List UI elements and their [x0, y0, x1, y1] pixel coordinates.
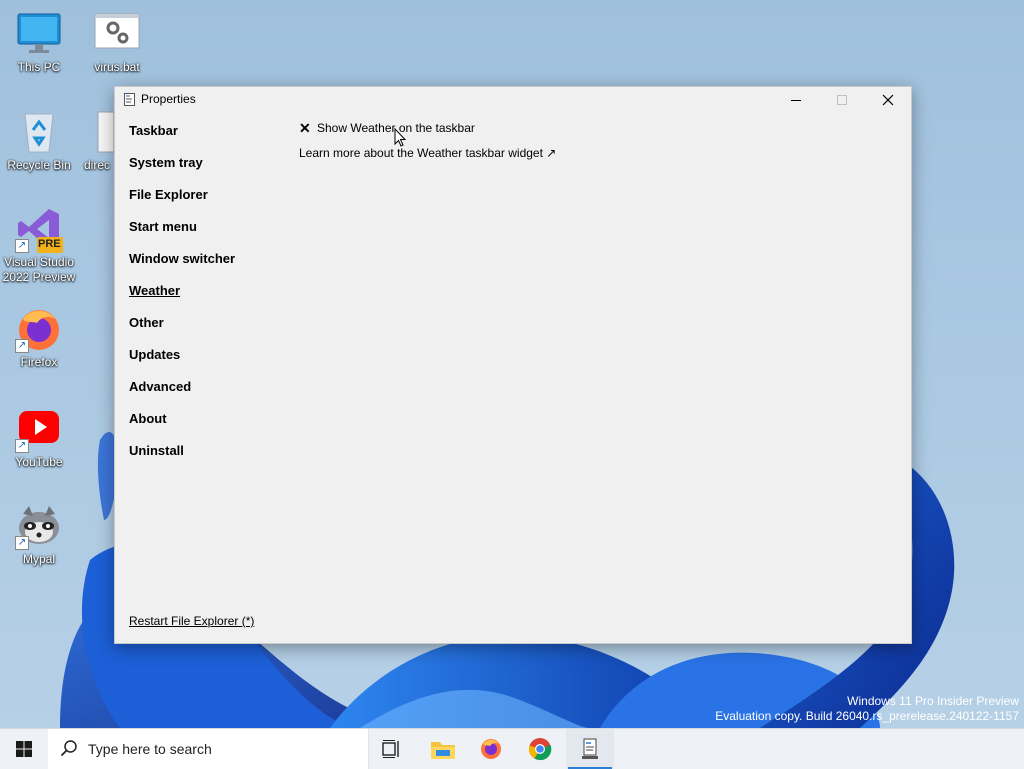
evaluation-watermark: Windows 11 Pro Insider Preview Evaluatio… — [715, 694, 1019, 724]
mouse-cursor-icon — [394, 128, 407, 147]
desktop-icon-label: virus.bat — [94, 60, 140, 74]
restart-explorer-link[interactable]: Restart File Explorer (*) — [129, 614, 254, 628]
maximize-icon — [836, 94, 847, 105]
close-icon — [882, 94, 894, 106]
learn-more-link[interactable]: Learn more about the Weather taskbar wid… — [299, 146, 556, 160]
shortcut-arrow-icon: ↗ — [15, 339, 29, 353]
maximize-button[interactable] — [819, 87, 865, 113]
nav-item-weather[interactable]: Weather — [129, 281, 235, 313]
chrome-icon — [528, 738, 552, 761]
desktop-icon-label: direc — [84, 158, 111, 172]
watermark-line-2: Evaluation copy. Build 26040.rs_prerelea… — [715, 709, 1019, 723]
properties-app-icon — [582, 738, 598, 759]
desktop-icon-mypal[interactable]: ↗ Mypal — [0, 502, 78, 567]
nav-item-advanced[interactable]: Advanced — [129, 377, 235, 409]
nav-item-about[interactable]: About — [129, 409, 235, 441]
watermark-line-1: Windows 11 Pro Insider Preview — [847, 694, 1019, 708]
youtube-icon: ↗ — [15, 405, 63, 453]
task-view-icon — [382, 740, 399, 758]
title-bar[interactable]: Properties — [115, 87, 911, 113]
shortcut-arrow-icon: ↗ — [15, 439, 29, 453]
minimize-icon — [790, 99, 801, 101]
shortcut-arrow-icon: ↗ — [15, 239, 29, 253]
chrome-taskbar-button[interactable] — [516, 729, 564, 769]
desktop-icon-label: Visual Studio 2022 Preview — [2, 255, 76, 284]
firefox-icon — [481, 739, 501, 759]
batch-file-icon — [93, 10, 141, 58]
desktop-icon-visual-studio[interactable]: PRE ↗ Visual Studio 2022 Preview — [0, 205, 78, 285]
sidebar-nav: Taskbar System tray File Explorer Start … — [129, 121, 235, 473]
file-explorer-taskbar-button[interactable] — [419, 729, 467, 769]
firefox-icon: ↗ — [15, 305, 63, 353]
desktop-icon-direc[interactable]: direc — [70, 108, 114, 173]
task-view-button[interactable] — [368, 729, 416, 769]
start-button[interactable] — [0, 729, 48, 769]
app-icon — [124, 93, 135, 106]
close-button[interactable] — [865, 87, 911, 113]
search-placeholder: Type here to search — [88, 741, 212, 757]
monitor-icon — [15, 10, 63, 58]
desktop-icon-this-pc[interactable]: This PC — [0, 10, 78, 75]
nav-item-updates[interactable]: Updates — [129, 345, 235, 377]
nav-item-start-menu[interactable]: Start menu — [129, 217, 235, 249]
desktop-icon-firefox[interactable]: ↗ Firefox — [0, 305, 78, 370]
nav-item-system-tray[interactable]: System tray — [129, 153, 235, 185]
desktop-icon-recycle-bin[interactable]: Recycle Bin — [0, 108, 78, 173]
pre-badge: PRE — [38, 238, 61, 250]
minimize-button[interactable] — [773, 87, 819, 113]
nav-item-window-switcher[interactable]: Window switcher — [129, 249, 235, 281]
taskbar: Type here to search — [0, 728, 1024, 769]
shortcut-arrow-icon: ↗ — [15, 536, 29, 550]
search-icon — [60, 740, 77, 757]
desktop-icon-label: Recycle Bin — [7, 158, 71, 172]
desktop-icon-label: YouTube — [15, 455, 63, 469]
recycle-bin-icon — [15, 108, 63, 156]
document-icon — [96, 108, 114, 156]
windows-logo-icon — [16, 741, 32, 757]
file-explorer-icon — [431, 742, 455, 759]
desktop-icon-virus-bat[interactable]: virus.bat — [78, 10, 156, 75]
taskbar-search-box[interactable]: Type here to search — [48, 729, 369, 769]
nav-item-uninstall[interactable]: Uninstall — [129, 441, 235, 473]
properties-taskbar-button[interactable] — [566, 729, 614, 769]
desktop-icon-youtube[interactable]: ↗ YouTube — [0, 405, 78, 470]
weather-settings-panel: ✕ Show Weather on the taskbar Learn more… — [299, 120, 556, 160]
show-weather-toggle[interactable]: ✕ Show Weather on the taskbar — [299, 120, 556, 136]
nav-item-file-explorer[interactable]: File Explorer — [129, 185, 235, 217]
desktop-icon-label: Firefox — [20, 355, 58, 369]
raccoon-icon: ↗ — [15, 502, 63, 550]
properties-window: Properties Taskbar System tray File Expl… — [114, 86, 912, 644]
unchecked-x-icon: ✕ — [299, 120, 311, 136]
desktop-icon-label: Mypal — [22, 552, 55, 566]
desktop-icon-label: This PC — [17, 60, 61, 74]
firefox-taskbar-button[interactable] — [467, 729, 515, 769]
nav-item-taskbar[interactable]: Taskbar — [129, 121, 235, 153]
visual-studio-icon: PRE ↗ — [15, 205, 63, 253]
window-title: Properties — [141, 92, 196, 106]
nav-item-other[interactable]: Other — [129, 313, 235, 345]
